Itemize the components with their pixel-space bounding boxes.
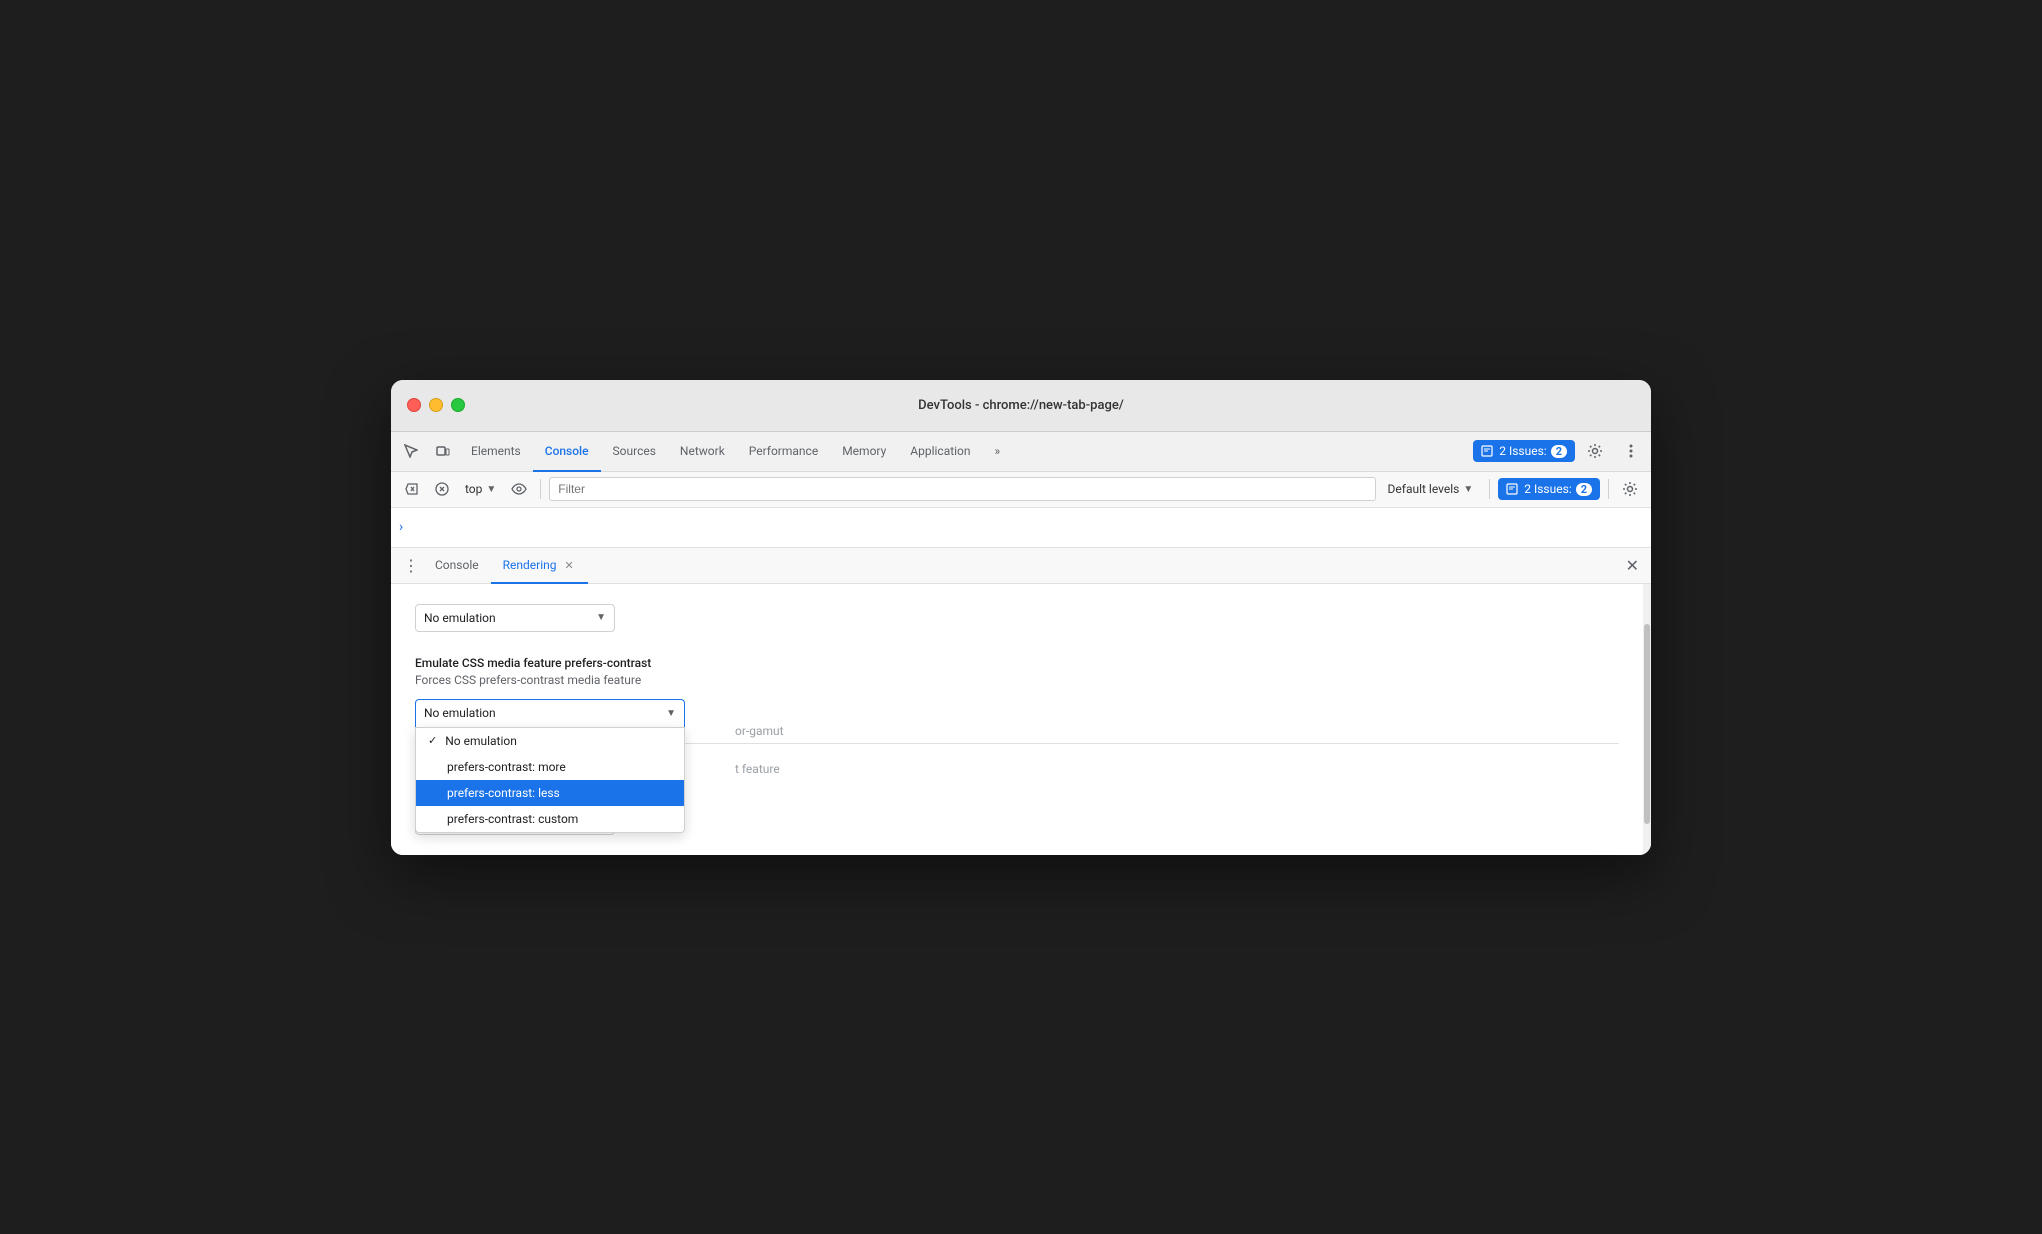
bottom-tab-console[interactable]: Console: [423, 548, 491, 584]
inspect-element-button[interactable]: [395, 435, 427, 467]
eye-button[interactable]: [506, 476, 532, 502]
context-dropdown[interactable]: top ▼: [459, 480, 502, 498]
toolbar-issues-badge: 2: [1576, 483, 1592, 496]
settings-button[interactable]: [1579, 435, 1611, 467]
tab-network[interactable]: Network: [668, 432, 737, 472]
bg-text-2: t feature: [735, 762, 784, 776]
maximize-traffic-light[interactable]: [451, 398, 465, 412]
close-traffic-light[interactable]: [407, 398, 421, 412]
scrollbar[interactable]: [1643, 584, 1651, 855]
prefers-contrast-dropdown-trigger[interactable]: No emulation ▼: [415, 699, 685, 727]
console-toolbar: top ▼ Default levels ▼ 2: [391, 472, 1651, 508]
tab-elements[interactable]: Elements: [459, 432, 533, 472]
bottom-tabs-row: ⋮ Console Rendering ✕ ✕: [391, 548, 1651, 584]
toolbar-separator-2: [1489, 479, 1490, 499]
context-chevron: ▼: [486, 484, 496, 495]
window-title: DevTools - chrome://new-tab-page/: [918, 398, 1124, 413]
tab-performance[interactable]: Performance: [737, 432, 830, 472]
dropdown-option-custom[interactable]: prefers-contrast: custom: [416, 806, 684, 832]
toolbar-separator-3: [1608, 479, 1609, 499]
bg-text-1: or-gamut: [735, 724, 784, 738]
scrollbar-thumb[interactable]: [1644, 624, 1650, 824]
traffic-lights: [407, 398, 465, 412]
prefers-contrast-title: Emulate CSS media feature prefers-contra…: [415, 656, 1627, 670]
devtools-body: Elements Console Sources Network Perform…: [391, 432, 1651, 855]
prefers-contrast-desc: Forces CSS prefers-contrast media featur…: [415, 673, 1627, 687]
prefers-contrast-section: Emulate CSS media feature prefers-contra…: [415, 656, 1627, 727]
tab-console[interactable]: Console: [533, 432, 601, 472]
close-bottom-panel-button[interactable]: ✕: [1622, 552, 1643, 579]
console-settings-button[interactable]: [1617, 476, 1643, 502]
dropdown-option-no-emulation[interactable]: No emulation: [416, 728, 684, 754]
more-options-button[interactable]: [1615, 435, 1647, 467]
toolbar-separator-1: [540, 479, 541, 499]
devtools-window: DevTools - chrome://new-tab-page/ Elemen…: [391, 380, 1651, 855]
clear-console-button[interactable]: [399, 476, 425, 502]
rendering-content: No emulation ▼ Emulate CSS media feature…: [391, 584, 1651, 855]
issues-badge: 2: [1551, 445, 1567, 458]
dropdown-option-more[interactable]: prefers-contrast: more: [416, 754, 684, 780]
prefers-contrast-chevron-icon: ▼: [666, 708, 676, 719]
tab-sources[interactable]: Sources: [601, 432, 668, 472]
issues-button[interactable]: 2 Issues: 2: [1473, 440, 1575, 462]
device-toolbar-button[interactable]: [427, 435, 459, 467]
console-prompt-icon: ›: [399, 519, 403, 535]
prefers-contrast-dropdown-container: No emulation ▼ No emulation prefers-cont…: [415, 699, 685, 727]
color-gamut-chevron-icon: ▼: [596, 612, 606, 623]
default-levels-dropdown[interactable]: Default levels ▼: [1380, 480, 1482, 498]
console-input-area: ›: [391, 508, 1651, 548]
toolbar-issues-button[interactable]: 2 Issues: 2: [1498, 478, 1600, 500]
tab-memory[interactable]: Memory: [830, 432, 898, 472]
title-bar: DevTools - chrome://new-tab-page/: [391, 380, 1651, 432]
filter-toggle-button[interactable]: [429, 476, 455, 502]
tabs-right-actions: 2 Issues: 2: [1473, 435, 1647, 467]
bottom-tabs-menu-button[interactable]: ⋮: [399, 553, 423, 577]
background-section-text: or-gamut t feature: [715, 724, 784, 776]
prefers-contrast-dropdown-list: No emulation prefers-contrast: more pref…: [415, 727, 685, 833]
dropdown-option-less[interactable]: prefers-contrast: less: [416, 780, 684, 806]
tab-application[interactable]: Application: [898, 432, 982, 472]
color-gamut-dropdown[interactable]: No emulation ▼: [415, 604, 615, 632]
bottom-tab-rendering[interactable]: Rendering ✕: [491, 548, 588, 584]
filter-input[interactable]: [549, 477, 1375, 501]
levels-chevron: ▼: [1463, 484, 1473, 495]
color-gamut-dropdown-wrapper: No emulation ▼: [415, 604, 1627, 632]
tab-more[interactable]: »: [983, 432, 1013, 472]
minimize-traffic-light[interactable]: [429, 398, 443, 412]
bottom-panel: ⋮ Console Rendering ✕ ✕ No emulation ▼: [391, 548, 1651, 855]
main-tabs-row: Elements Console Sources Network Perform…: [391, 432, 1651, 472]
close-rendering-tab[interactable]: ✕: [562, 557, 575, 574]
